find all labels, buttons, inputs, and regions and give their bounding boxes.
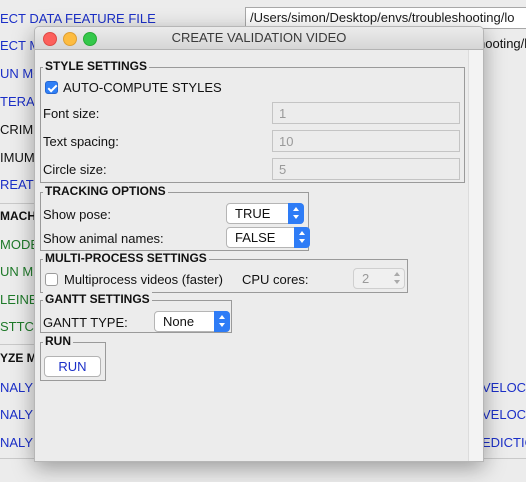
chevron-updown-icon [294,227,310,248]
title-bar[interactable]: CREATE VALIDATION VIDEO [35,27,483,50]
gantt-type-value: None [163,314,195,329]
window-title: CREATE VALIDATION VIDEO [171,30,347,45]
cpu-cores-label: CPU cores: [242,272,309,287]
vertical-scrollbar[interactable] [468,50,483,461]
chevron-updown-icon [288,203,304,224]
bg-menu-item[interactable]: TERA [0,94,35,109]
circle-size-label: Circle size: [43,162,107,177]
create-validation-video-dialog: CREATE VALIDATION VIDEO STYLE SETTINGS A… [34,26,484,462]
bg-path-field-2: hooting/lo [478,36,526,51]
cpu-cores-dropdown[interactable]: 2 [353,268,405,289]
chevron-updown-icon [214,311,230,332]
show-animal-names-value: FALSE [235,230,276,245]
gantt-settings-header: GANTT SETTINGS [43,292,152,307]
gantt-type-label: GANTT TYPE: [43,315,128,330]
bg-menu-item[interactable]: UN M [0,264,33,279]
auto-compute-styles-checkbox[interactable] [45,81,58,94]
show-animal-names-dropdown[interactable]: FALSE [226,227,310,248]
gantt-type-dropdown[interactable]: None [154,311,230,332]
bg-menu-item[interactable]: STTC [0,319,34,334]
font-size-input[interactable]: 1 [272,102,460,124]
show-pose-value: TRUE [235,206,271,221]
tracking-options-header: TRACKING OPTIONS [43,184,168,199]
multi-process-settings-header: MULTI-PROCESS SETTINGS [43,251,209,266]
show-animal-names-label: Show animal names: [43,231,164,246]
bg-menu-item[interactable]: NALY [0,380,33,395]
show-pose-label: Show pose: [43,207,111,222]
bg-right-item[interactable]: VELOCIT [482,380,526,395]
bg-section-label: YZE M [0,351,37,365]
run-button[interactable]: RUN [44,356,101,377]
run-header: RUN [43,334,73,349]
circle-size-input[interactable]: 5 [272,158,460,180]
bg-label: IMUM [0,150,35,165]
style-settings-header: STYLE SETTINGS [43,59,150,74]
multiprocess-videos-checkbox[interactable] [45,273,58,286]
show-pose-dropdown[interactable]: TRUE [226,203,304,224]
bg-menu-item[interactable]: ECT DATA FEATURE FILE [0,11,156,26]
bg-menu-item[interactable]: NALY [0,407,33,422]
cpu-cores-value: 2 [362,271,370,286]
font-size-label: Font size: [43,106,100,121]
chevron-updown-icon [389,268,405,289]
text-spacing-label: Text spacing: [43,134,119,149]
bg-menu-item[interactable]: NALY [0,435,33,450]
multiprocess-videos-label: Multiprocess videos (faster) [64,272,223,287]
auto-compute-styles-label: AUTO-COMPUTE STYLES [63,80,222,95]
bg-right-item[interactable]: VELOCIT [482,407,526,422]
bg-right-item[interactable]: EDICTION [482,435,526,450]
bg-menu-item[interactable]: LEINB [0,292,38,307]
text-spacing-input[interactable]: 10 [272,130,460,152]
